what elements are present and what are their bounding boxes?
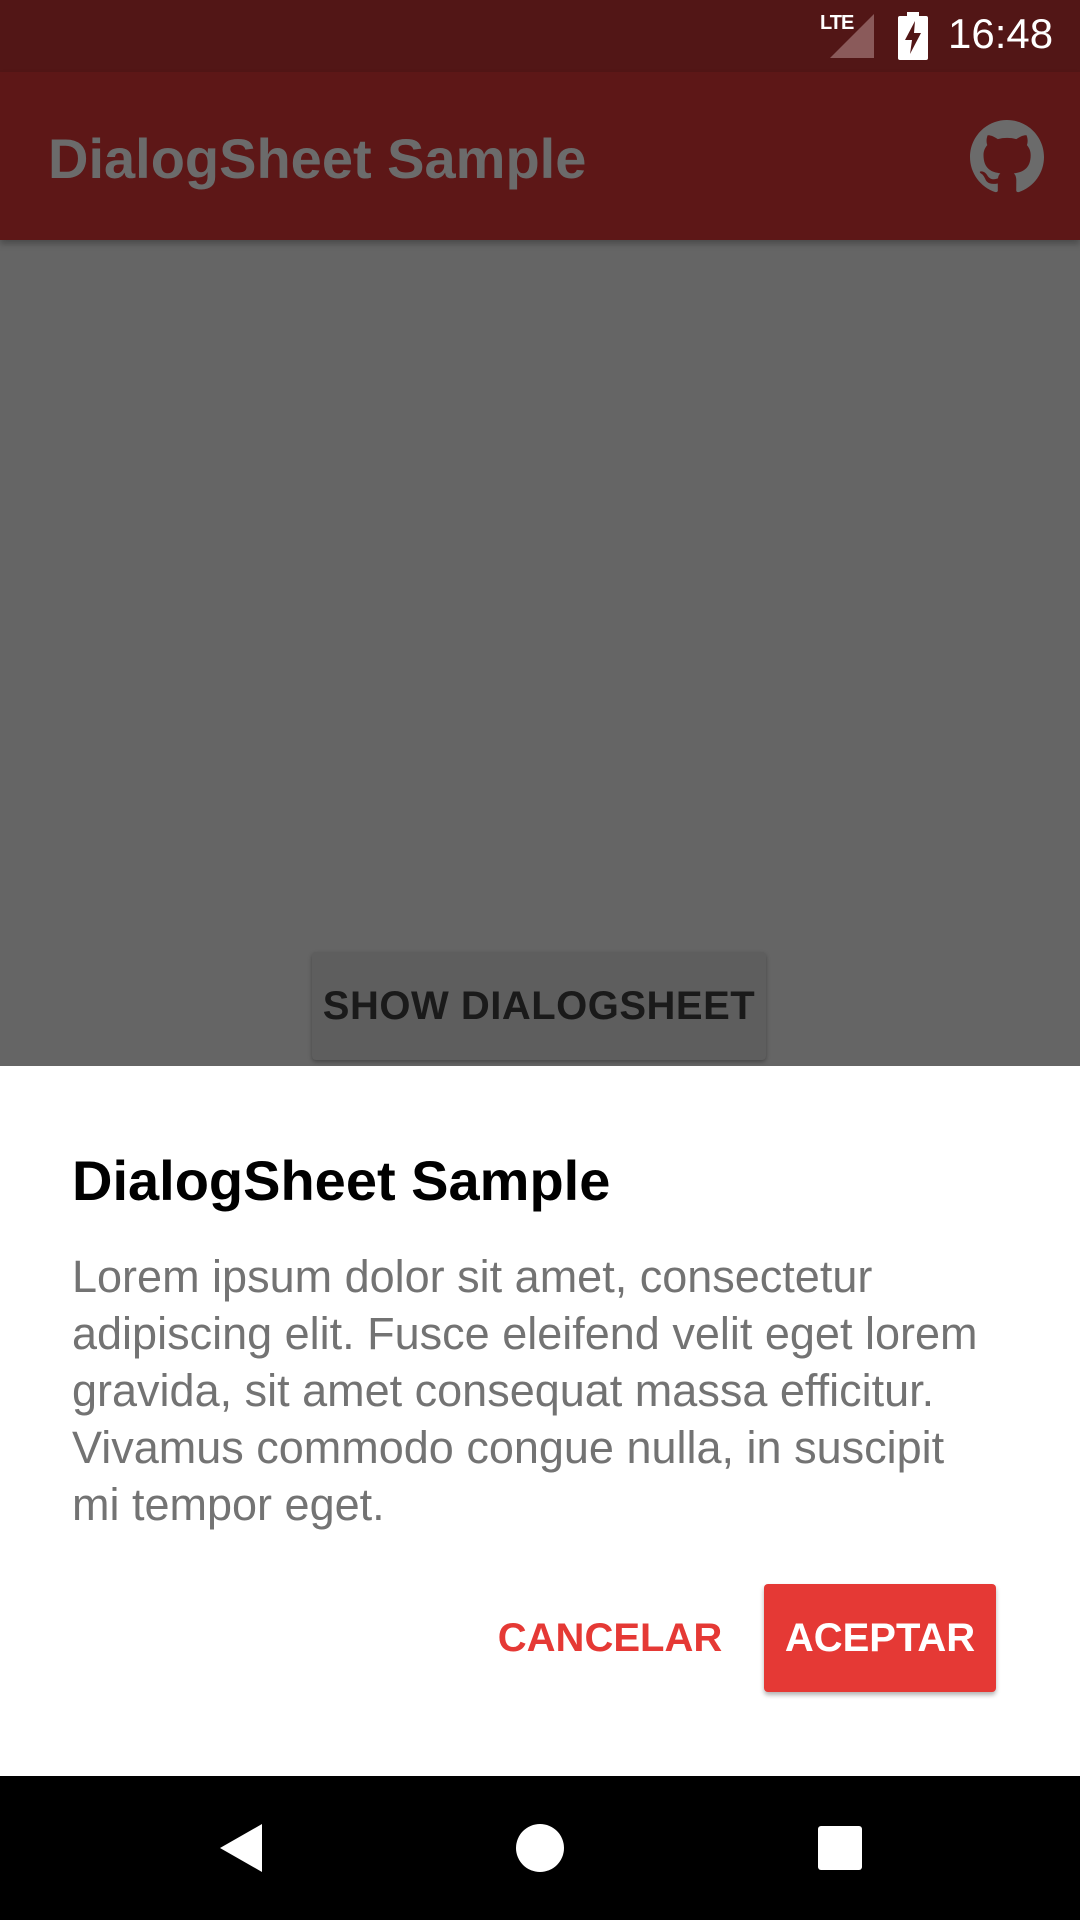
dialog-message: Lorem ipsum dolor sit amet, consectetur … [72,1251,978,1530]
github-button[interactable] [970,120,1044,194]
battery-charging-icon [898,12,928,60]
cancel-button[interactable]: CANCELAR [482,1584,738,1692]
status-bar: LTE 16:48 [0,0,1080,72]
app-title: DialogSheet Sample [48,127,587,190]
accept-button[interactable]: ACEPTAR [764,1584,996,1692]
screen: LTE 16:48 DialogSheet Sample SHOW DIALOG… [0,0,1080,1920]
recents-icon [818,1826,862,1870]
home-icon [516,1824,564,1872]
status-time: 16:48 [948,10,1054,57]
app-bar: DialogSheet Sample [0,72,1080,240]
github-icon [970,120,1044,193]
show-dialogsheet-button[interactable]: SHOW DIALOGSHEET [312,952,766,1060]
dialog-title: DialogSheet Sample [72,1149,611,1212]
back-icon [220,1824,262,1872]
recents-button[interactable] [790,1798,890,1898]
back-button[interactable] [190,1798,290,1898]
navigation-bar [0,1776,1080,1920]
dialog-sheet: DialogSheet Sample Lorem ipsum dolor sit… [0,1066,1080,1776]
home-button[interactable] [490,1798,590,1898]
signal-icon [830,14,874,58]
